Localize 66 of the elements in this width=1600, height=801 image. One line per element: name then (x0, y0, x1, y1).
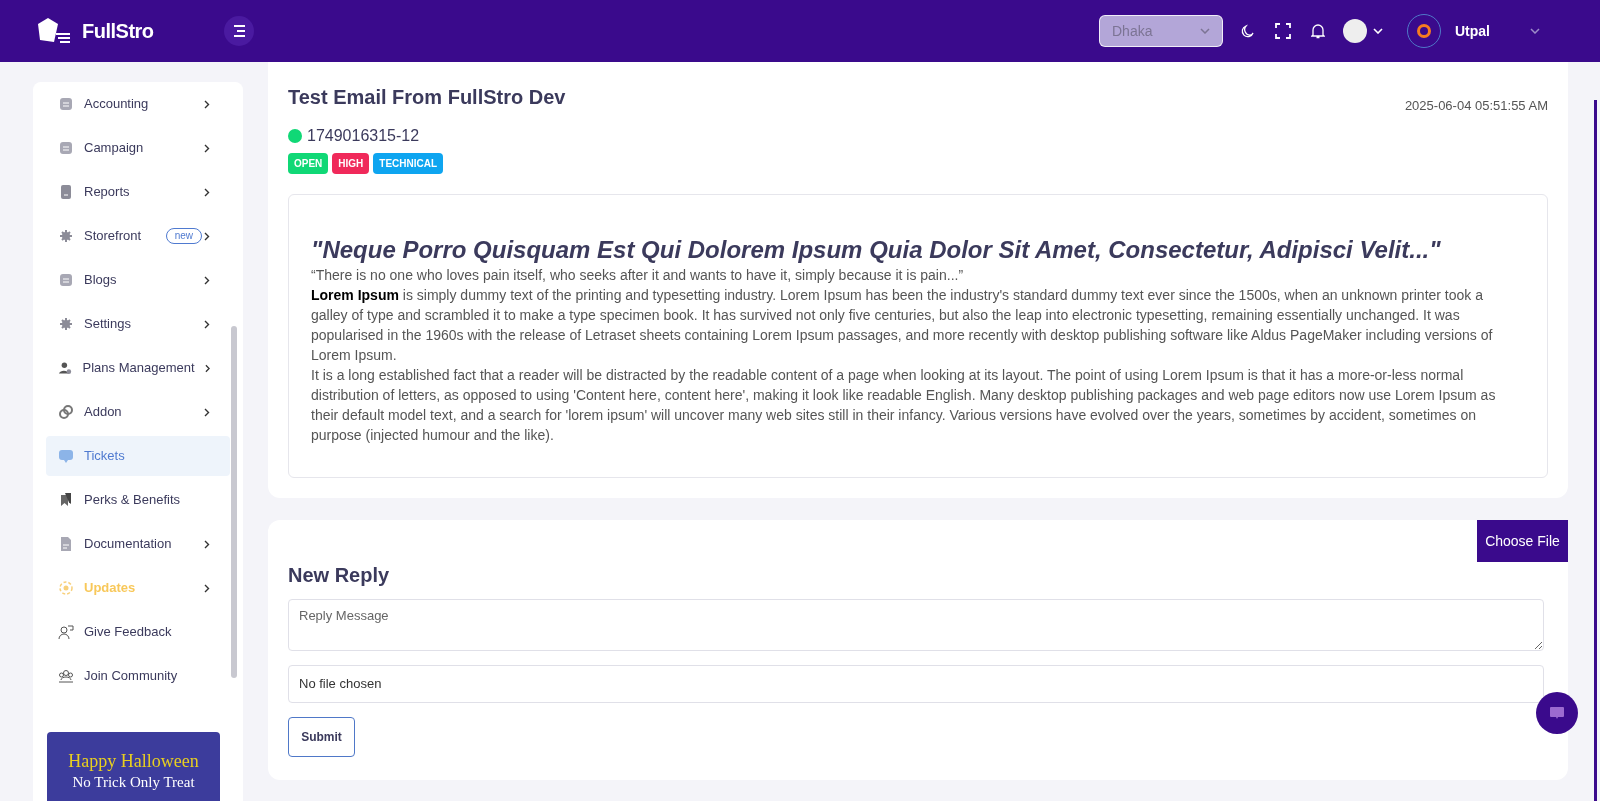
feedback-icon (58, 624, 74, 640)
sidebar-item[interactable]: Settings (46, 304, 230, 344)
ticket-date: 2025-06-04 05:51:55 AM (1404, 97, 1548, 115)
logo-text: FullStro (82, 19, 154, 44)
sidebar-item[interactable]: Documentation (46, 524, 230, 564)
reply-message-field[interactable]: Reply Message (288, 599, 1544, 651)
bookmark-icon (58, 492, 74, 508)
ticket-tag: OPEN (288, 152, 329, 174)
message-paragraph: “There is no one who loves pain itself, who seeks after it and wants to have it, simply because it is pain...” (311, 265, 965, 285)
sidebar-item[interactable]: Tickets (46, 436, 230, 476)
ticket-number: 1749016315-12 (307, 125, 420, 146)
chevron-right-icon (204, 187, 210, 197)
list-icon (58, 96, 74, 112)
chevron-right-icon (204, 539, 210, 549)
ticket-title: Test Email From FullStro Dev (288, 85, 566, 110)
message-paragraph: It is a long established fact that a reader will be distracted by the readable content of a page when looking at its layout. The point of using Lorem Ipsum is that it has a more-or-less normal distribution of letters, as opposed to using 'Content here, content here', making it look like readable English. Many desktop publishing packages and web page editors now use Lorem Ipsum as their default model text, and a search for 'lorem ipsum' will uncover many web sites still in their infancy. Various versions have evolved over the years, sometimes by accident, sometimes on purpose (injected humour and the like). (311, 365, 1497, 445)
link-icon (58, 404, 74, 420)
gear-icon (58, 228, 74, 244)
file-icon (58, 536, 74, 552)
sidebar-item[interactable]: Storefront new (46, 216, 230, 256)
group-icon (58, 668, 74, 684)
report-icon (58, 184, 74, 200)
menu-toggle-button[interactable] (224, 16, 254, 46)
list-icon (58, 140, 74, 156)
sidebar-item[interactable]: Plans Management (46, 348, 230, 388)
chevron-right-icon (204, 407, 210, 417)
chat-icon (1549, 705, 1565, 721)
banner-title: Happy Halloween (68, 750, 199, 773)
ticket-tag: HIGH (332, 152, 370, 174)
message-paragraph: Lorem Ipsum is simply dummy text of the printing and typesetting industry. Lorem Ipsum has been the industry's standard dummy text ever since the 1500s, when an unknown printer took a galley of type and scrambled it to make a type specimen book. It has survived not only five centuries, but also the leap into electronic typesetting, remaining essentially unchanged. It was popularised in the 1960s with the release of Letraset sheets containing Lorem Ipsum passages, and more recently with desktop publishing software like Aldus PageMaker including versions of Lorem Ipsum. (311, 285, 1494, 365)
sidebar-item[interactable]: Reports (46, 172, 230, 212)
user-avatar[interactable] (1407, 14, 1441, 48)
reply-heading: New Reply (288, 563, 390, 588)
sidebar-item[interactable]: Join Community (46, 656, 230, 696)
chevron-down-icon (1200, 28, 1210, 34)
sidebar-item[interactable]: Addon (46, 392, 230, 432)
halloween-banner[interactable]: Happy Halloween No Trick Only Treat (47, 732, 220, 801)
sidebar-item[interactable]: Give Feedback (46, 612, 230, 652)
chevron-right-icon (204, 99, 210, 109)
sidebar-item[interactable]: Blogs (46, 260, 230, 300)
file-field[interactable]: No file chosen (288, 665, 1544, 703)
sidebar-item[interactable]: Perks & Benefits (46, 480, 230, 520)
submit-button[interactable]: Submit (288, 717, 355, 757)
choose-file-button[interactable]: Choose File (1477, 520, 1568, 562)
chat-icon (58, 448, 74, 464)
sidebar-item[interactable]: Campaign (46, 128, 230, 168)
chevron-right-icon (204, 275, 210, 285)
moon-icon[interactable] (1241, 24, 1255, 38)
fullscreen-icon[interactable] (1275, 23, 1291, 39)
ticket-tag: TECHNICAL (373, 152, 444, 174)
chevron-right-icon (204, 231, 210, 241)
banner-subtitle: No Trick Only Treat (72, 772, 195, 792)
message-heading: "Neque Porro Quisquam Est Qui Dolorem Ipsum Quia Dolor Sit Amet, Consectetur, Adipisci Velit..." (311, 234, 1442, 265)
chevron-right-icon (204, 583, 210, 593)
sidebar-item[interactable]: Accounting (46, 84, 230, 124)
language-avatar[interactable] (1343, 19, 1367, 43)
chevron-right-icon (204, 319, 210, 329)
user-name[interactable]: Utpal (1455, 20, 1490, 42)
chevron-right-icon (204, 363, 210, 373)
chevron-right-icon (204, 143, 210, 153)
gear-icon (58, 316, 74, 332)
target-icon (58, 580, 74, 596)
menu-icon (232, 25, 246, 37)
user-icon (58, 360, 73, 376)
bell-icon[interactable] (1311, 23, 1325, 39)
list-icon (58, 272, 74, 288)
